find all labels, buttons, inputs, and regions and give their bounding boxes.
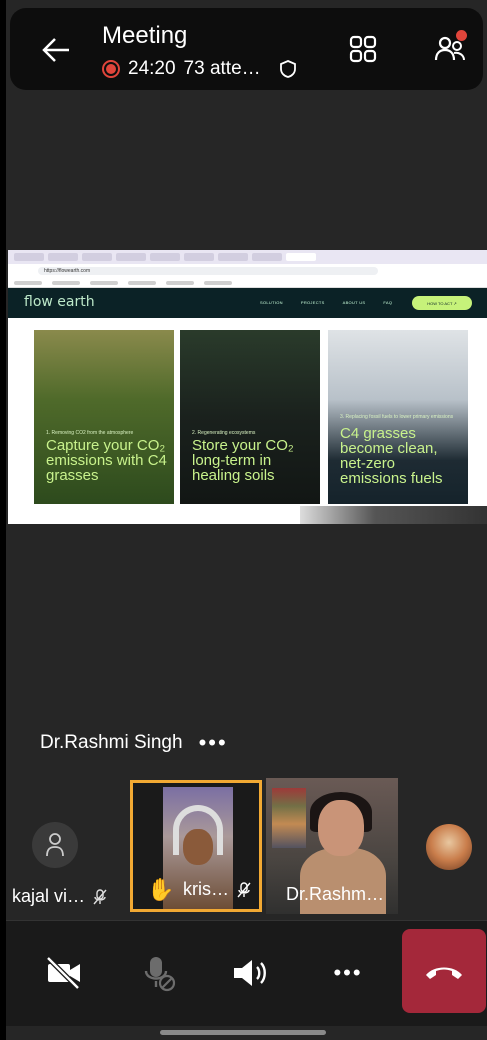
browser-url-bar: https://flowearth.com bbox=[8, 264, 487, 278]
website-nav: flow earth SOLUTION PROJECTS ABOUT US FA… bbox=[8, 288, 487, 318]
bookmark-item bbox=[204, 280, 232, 285]
participant-tile[interactable]: kajal vi… bbox=[6, 778, 126, 914]
participant-name: Dr.Rashm… bbox=[286, 884, 385, 904]
website-card: 2. Regenerating ecosystems Store your CO… bbox=[180, 330, 320, 504]
participant-name-row: kris… bbox=[183, 879, 251, 900]
layout-grid-button[interactable] bbox=[348, 34, 378, 69]
back-arrow-icon bbox=[42, 38, 69, 62]
participant-face bbox=[318, 800, 364, 856]
card-tag: 3. Replacing fossil fuels to lower prima… bbox=[340, 414, 454, 420]
card-title: Capture your CO₂ emissions with C4 grass… bbox=[46, 437, 167, 484]
participant-strip[interactable]: kajal vi… ✋ kris… Dr.Rashm… bbox=[6, 778, 487, 918]
back-button[interactable] bbox=[36, 30, 76, 70]
website-card: 1. Removing CO2 from the atmosphere Capt… bbox=[34, 330, 174, 504]
bookmark-item bbox=[166, 280, 194, 285]
browser-tab-active bbox=[286, 253, 316, 261]
speaker-button[interactable] bbox=[220, 943, 280, 1003]
meeting-duration: 24:20 bbox=[128, 58, 176, 79]
shared-screen[interactable]: https://flowearth.com flow earth SOLUTIO… bbox=[8, 250, 487, 524]
browser-tab bbox=[82, 253, 112, 261]
browser-tab bbox=[14, 253, 44, 261]
bookmark-item bbox=[128, 280, 156, 285]
meeting-screen: Meeting 24:20 73 atte… https://flowearth… bbox=[6, 0, 487, 1040]
shield-icon bbox=[279, 60, 296, 78]
participant-avatar[interactable] bbox=[426, 824, 472, 870]
attendee-count[interactable]: 73 atte… bbox=[184, 58, 261, 80]
home-indicator[interactable] bbox=[160, 1030, 326, 1035]
end-call-button[interactable] bbox=[402, 929, 486, 1013]
camera-off-icon bbox=[46, 956, 80, 990]
grid-view-icon bbox=[349, 35, 377, 63]
browser-tab bbox=[150, 253, 180, 261]
card-title: C4 grasses become clean, net-zero emissi… bbox=[340, 425, 443, 487]
person-placeholder-icon bbox=[46, 833, 64, 857]
participant-name-row: Dr.Rashm… bbox=[286, 884, 384, 905]
notification-dot bbox=[456, 30, 467, 41]
website-nav-link: FAQ bbox=[383, 300, 393, 305]
website-nav-link: SOLUTION bbox=[260, 300, 283, 305]
participants-button[interactable] bbox=[434, 30, 467, 69]
participant-face bbox=[183, 829, 213, 865]
card-tag: 2. Regenerating ecosystems bbox=[192, 430, 256, 436]
website-nav-link: ABOUT US bbox=[342, 300, 366, 305]
participant-name-row: kajal vi… bbox=[12, 886, 107, 907]
presenter-label: Dr.Rashmi Singh ••• bbox=[40, 732, 228, 754]
browser-bookmarks bbox=[8, 278, 487, 288]
card-tag: 1. Removing CO2 from the atmosphere bbox=[46, 430, 134, 436]
mic-toggle-button[interactable] bbox=[128, 943, 188, 1003]
bookmark-item bbox=[90, 280, 118, 285]
mic-disabled-icon bbox=[144, 957, 176, 992]
website-cta: HOW TO ACT ↗ bbox=[412, 296, 472, 310]
participant-tile-active[interactable]: ✋ kris… bbox=[130, 780, 262, 912]
browser-tab-bar bbox=[8, 250, 487, 264]
hang-up-icon bbox=[426, 967, 462, 979]
browser-tab bbox=[48, 253, 78, 261]
website-nav-links: SOLUTION PROJECTS ABOUT US FAQ bbox=[260, 300, 392, 305]
mic-off-icon bbox=[93, 888, 107, 904]
presenter-name: Dr.Rashmi Singh bbox=[40, 732, 183, 753]
call-controls: ••• bbox=[6, 920, 487, 1026]
browser-tab bbox=[184, 253, 214, 261]
avatar bbox=[32, 822, 78, 868]
more-options-button[interactable]: ••• bbox=[318, 943, 378, 1003]
website-card: 3. Replacing fossil fuels to lower prima… bbox=[328, 330, 468, 504]
website-logo: flow earth bbox=[24, 294, 95, 310]
bookmark-item bbox=[52, 280, 80, 285]
browser-tab bbox=[218, 253, 248, 261]
camera-toggle-button[interactable] bbox=[34, 943, 94, 1003]
raised-hand-icon: ✋ bbox=[147, 877, 175, 902]
browser-url: https://flowearth.com bbox=[38, 267, 378, 275]
website-body: 1. Removing CO2 from the atmosphere Capt… bbox=[8, 318, 487, 524]
mic-off-icon bbox=[237, 881, 251, 897]
browser-tab bbox=[116, 253, 146, 261]
meeting-status: 24:20 73 atte… bbox=[102, 58, 297, 80]
recording-icon bbox=[102, 60, 120, 78]
website-nav-link: PROJECTS bbox=[300, 300, 325, 305]
background-shelf bbox=[272, 788, 306, 848]
website-image-strip bbox=[300, 506, 487, 524]
meeting-header: Meeting 24:20 73 atte… bbox=[10, 8, 483, 90]
meeting-title: Meeting bbox=[102, 22, 188, 49]
speaker-volume-icon bbox=[234, 960, 266, 986]
participant-tile[interactable]: Dr.Rashm… bbox=[266, 778, 398, 914]
browser-tab bbox=[252, 253, 282, 261]
participant-name: kajal vi… bbox=[12, 886, 86, 906]
card-title: Store your CO₂ long-term in healing soil… bbox=[192, 437, 294, 484]
bookmark-item bbox=[14, 280, 42, 285]
participant-name: kris… bbox=[183, 879, 229, 899]
presenter-more-button[interactable]: ••• bbox=[199, 732, 228, 754]
